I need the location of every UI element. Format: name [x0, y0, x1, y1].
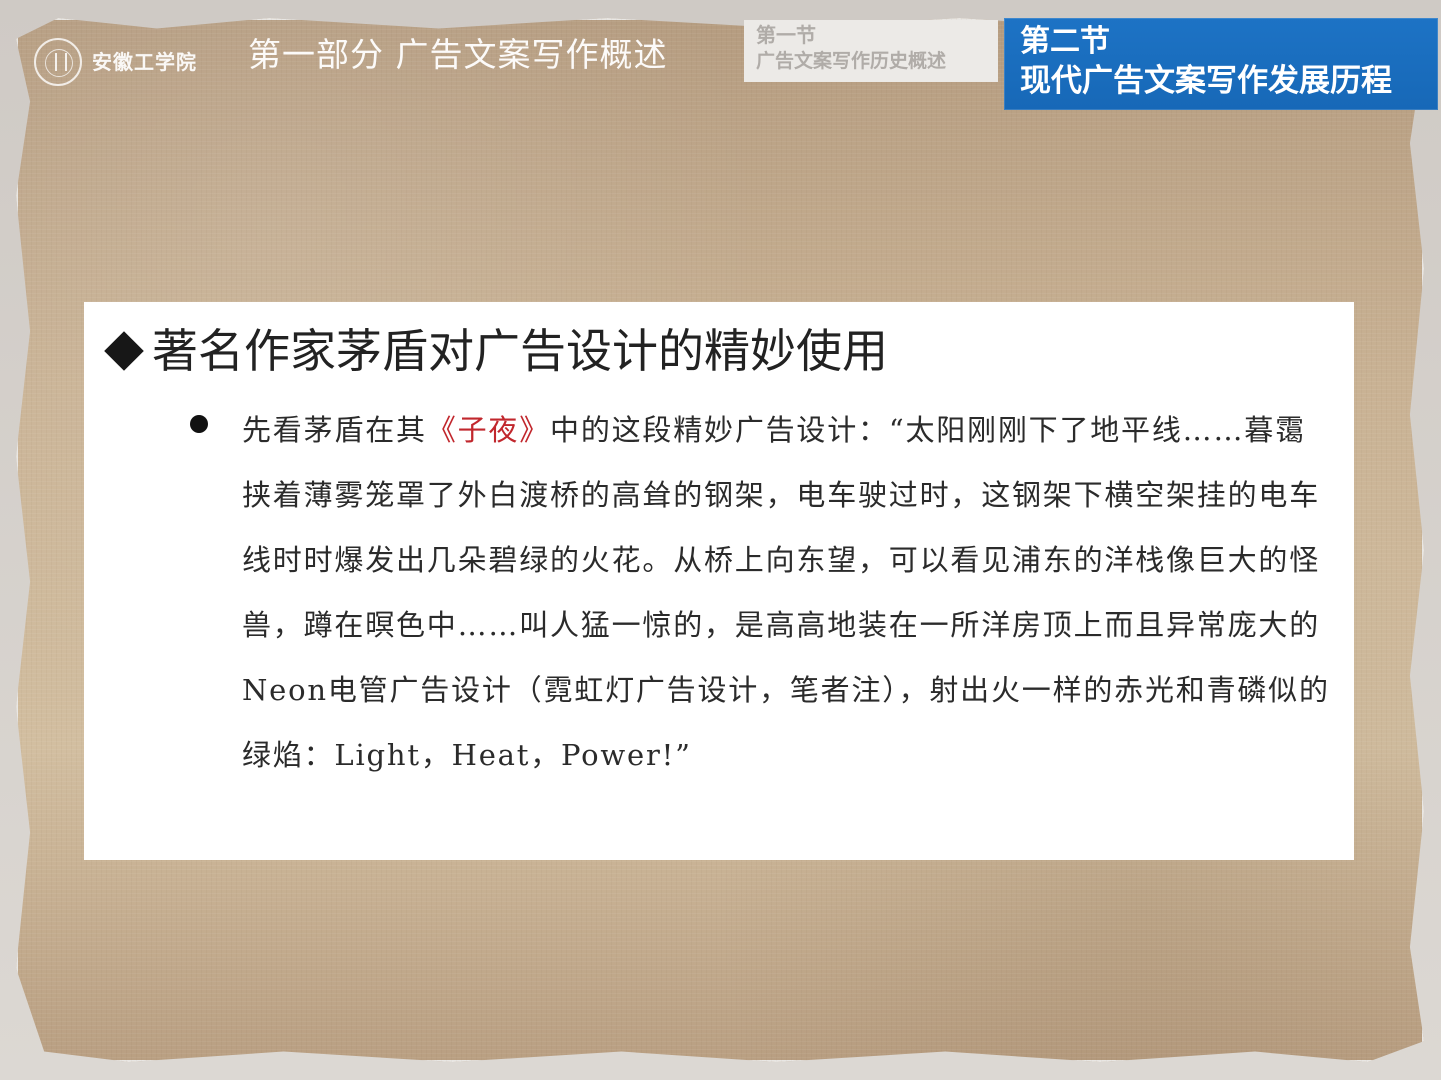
content-card: 著名作家茅盾对广告设计的精妙使用 先看茅盾在其《子夜》中的这段精妙广告设计：“太… [84, 302, 1354, 860]
slide-header: 安徽工学院 第一部分 广告文案写作概述 第一节 广告文案写作历史概述 第二节 现… [0, 0, 1441, 120]
tab-section-one-line2: 广告文案写作历史概述 [756, 50, 947, 72]
presentation-frame: 安徽工学院 第一部分 广告文案写作概述 第一节 广告文案写作历史概述 第二节 现… [0, 0, 1441, 1080]
diamond-icon [104, 331, 144, 371]
tab-section-two-line2: 现代广告文案写作发展历程 [1020, 63, 1392, 99]
heading-row: 著名作家茅盾对广告设计的精妙使用 [102, 328, 1306, 374]
content-heading: 著名作家茅盾对广告设计的精妙使用 [152, 324, 888, 378]
tab-section-one[interactable]: 第一节 广告文案写作历史概述 [744, 20, 998, 82]
bullet-icon [190, 415, 208, 433]
quote-paragraph: 先看茅盾在其《子夜》中的这段精妙广告设计：“太阳刚刚下了地平线……暮霭挟着薄雾笼… [190, 398, 1332, 788]
quote-prefix: 先看茅盾在其 [242, 413, 427, 447]
logo-text: 安徽工学院 [92, 50, 197, 74]
tab-section-two-line1: 第二节 [1020, 25, 1110, 58]
logo-area: 安徽工学院 [34, 34, 216, 90]
university-seal-icon [34, 38, 82, 86]
tab-section-one-line1: 第一节 [756, 25, 816, 47]
part-title: 第一部分 广告文案写作概述 [248, 35, 668, 74]
tab-section-two[interactable]: 第二节 现代广告文案写作发展历程 [1004, 18, 1438, 110]
book-title-emphasis: 《子夜》 [426, 413, 551, 447]
quote-suffix: 中的这段精妙广告设计：“太阳刚刚下了地平线……暮霭挟着薄雾笼罩了外白渡桥的高耸的… [242, 413, 1330, 772]
